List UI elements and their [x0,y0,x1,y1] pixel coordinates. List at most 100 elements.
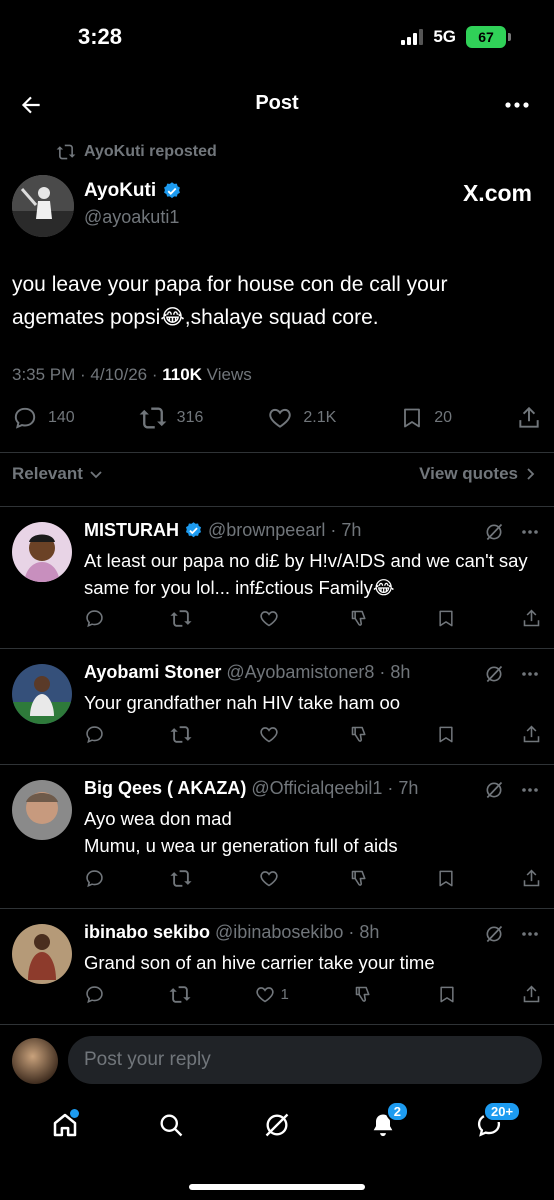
reply-icon [86,726,103,744]
tab-messages[interactable]: 20+ [469,1101,522,1145]
reply-item[interactable]: MISTURAH @brownpeearl · 7h At least our … [0,506,554,648]
chevron-right-icon [527,468,535,480]
reply-text: At least our papa no di£ by H!v/A!DS and… [84,550,528,598]
reply-text: Your grandfather nah HIV take ham oo [84,692,401,713]
share-button[interactable] [516,405,542,431]
current-user-avatar[interactable] [12,1038,58,1084]
post-text: you leave your papa for house con de cal… [12,273,448,329]
reply-avatar[interactable] [12,924,72,984]
more-icon[interactable] [520,664,540,684]
reply-item[interactable]: Big Qees ( AKAZA) @Officialqeebil1 · 7h … [0,764,554,908]
like-button[interactable] [258,724,284,745]
reply-button[interactable] [84,868,105,889]
share-icon [523,609,540,627]
reply-button[interactable] [84,608,105,629]
reply-input[interactable]: Post your reply [68,1036,542,1084]
share-icon [523,985,540,1003]
more-options-button[interactable] [504,95,530,115]
repost-icon [56,144,76,160]
reply-actions: 1 [84,984,542,1005]
home-notification-dot [70,1109,79,1118]
dislike-button[interactable] [349,868,370,889]
grok-icon[interactable] [484,664,504,684]
bookmark-button[interactable] [436,724,456,745]
thumbs-down-icon [355,986,370,1002]
repost-button[interactable] [170,868,192,889]
tab-search[interactable] [151,1105,191,1145]
repost-button[interactable] [169,984,191,1005]
like-button[interactable]: 1 [254,984,289,1005]
reply-button[interactable] [84,724,105,745]
tab-notifications[interactable]: 2 [363,1101,409,1145]
repost-button[interactable]: 316 [139,405,203,431]
reply-avatar[interactable] [12,780,72,840]
reply-item[interactable]: ibinabo sekibo @ibinabosekibo · 8h Grand… [0,908,554,1024]
battery-icon: 67 [466,26,511,48]
sort-dropdown[interactable]: Relevant [12,464,103,484]
divider [0,452,554,453]
more-icon[interactable] [520,780,540,800]
chevron-down-icon [90,471,102,479]
author-avatar[interactable] [12,175,74,237]
reply-actions [84,868,542,889]
share-button[interactable] [521,724,542,745]
reply-icon [86,870,103,888]
grok-icon[interactable] [484,522,504,542]
bookmark-icon [440,986,454,1003]
reply-header: Ayobami Stoner @Ayobamistoner8 · 8h [84,662,411,682]
grok-icon[interactable] [484,924,504,944]
author-name[interactable]: AyoKuti [84,180,156,202]
thumbs-down-icon [351,726,366,742]
signal-icon [401,29,424,45]
messages-badge: 20+ [483,1101,522,1122]
dislike-button[interactable] [353,984,374,1005]
repost-icon [139,407,167,429]
dislike-button[interactable] [349,608,370,629]
dislike-button[interactable] [349,724,370,745]
repost-icon [170,610,192,627]
search-icon [160,1114,183,1137]
reply-avatar[interactable] [12,522,72,582]
like-button[interactable] [258,608,284,629]
home-indicator [189,1184,365,1190]
share-button[interactable] [521,984,542,1005]
bottom-tab-bar: 2 20+ [0,1098,554,1152]
reply-text: Grand son of an hive carrier take your t… [84,952,435,973]
reply-header: MISTURAH @brownpeearl · 7h [84,520,362,540]
reposted-indicator[interactable]: AyoKuti reposted [56,143,217,161]
repost-button[interactable] [170,724,192,745]
more-icon[interactable] [520,522,540,542]
bookmark-button[interactable] [436,868,456,889]
heart-icon [260,727,278,743]
status-indicators: 5G 67 [401,26,511,48]
verified-badge-icon [164,182,181,199]
share-button[interactable] [521,608,542,629]
bookmark-icon [438,610,453,627]
more-icon[interactable] [520,924,540,944]
repost-button[interactable] [170,608,192,629]
grok-icon[interactable] [484,780,504,800]
reply-header: Big Qees ( AKAZA) @Officialqeebil1 · 7h [84,778,419,798]
author-name-row[interactable]: AyoKuti [84,180,182,202]
post-timestamp: 3:35 PM · 4/10/26 · [12,365,163,384]
reply-item[interactable]: Ayobami Stoner @Ayobamistoner8 · 8h Your… [0,648,554,764]
view-quotes-link[interactable]: View quotes [419,464,536,484]
tab-grok[interactable] [257,1105,297,1145]
verified-badge-icon [185,522,202,538]
reply-button[interactable]: 140 [12,405,75,431]
reply-icon [86,610,103,628]
reply-button[interactable] [84,984,105,1005]
author-handle[interactable]: @ayoakuti1 [84,207,179,228]
tab-home[interactable] [45,1105,85,1145]
reply-avatar[interactable] [12,664,72,724]
repost-icon [170,870,192,887]
like-button[interactable]: 2.1K [267,405,336,431]
bookmark-button[interactable] [436,608,456,629]
like-button[interactable] [258,868,284,889]
share-button[interactable] [521,868,542,889]
bookmark-button[interactable] [437,984,457,1005]
source-label: X.com [462,180,532,206]
share-icon [523,869,540,887]
reply-header: ibinabo sekibo @ibinabosekibo · 8h [84,922,380,942]
bookmark-button[interactable]: 20 [400,405,452,431]
